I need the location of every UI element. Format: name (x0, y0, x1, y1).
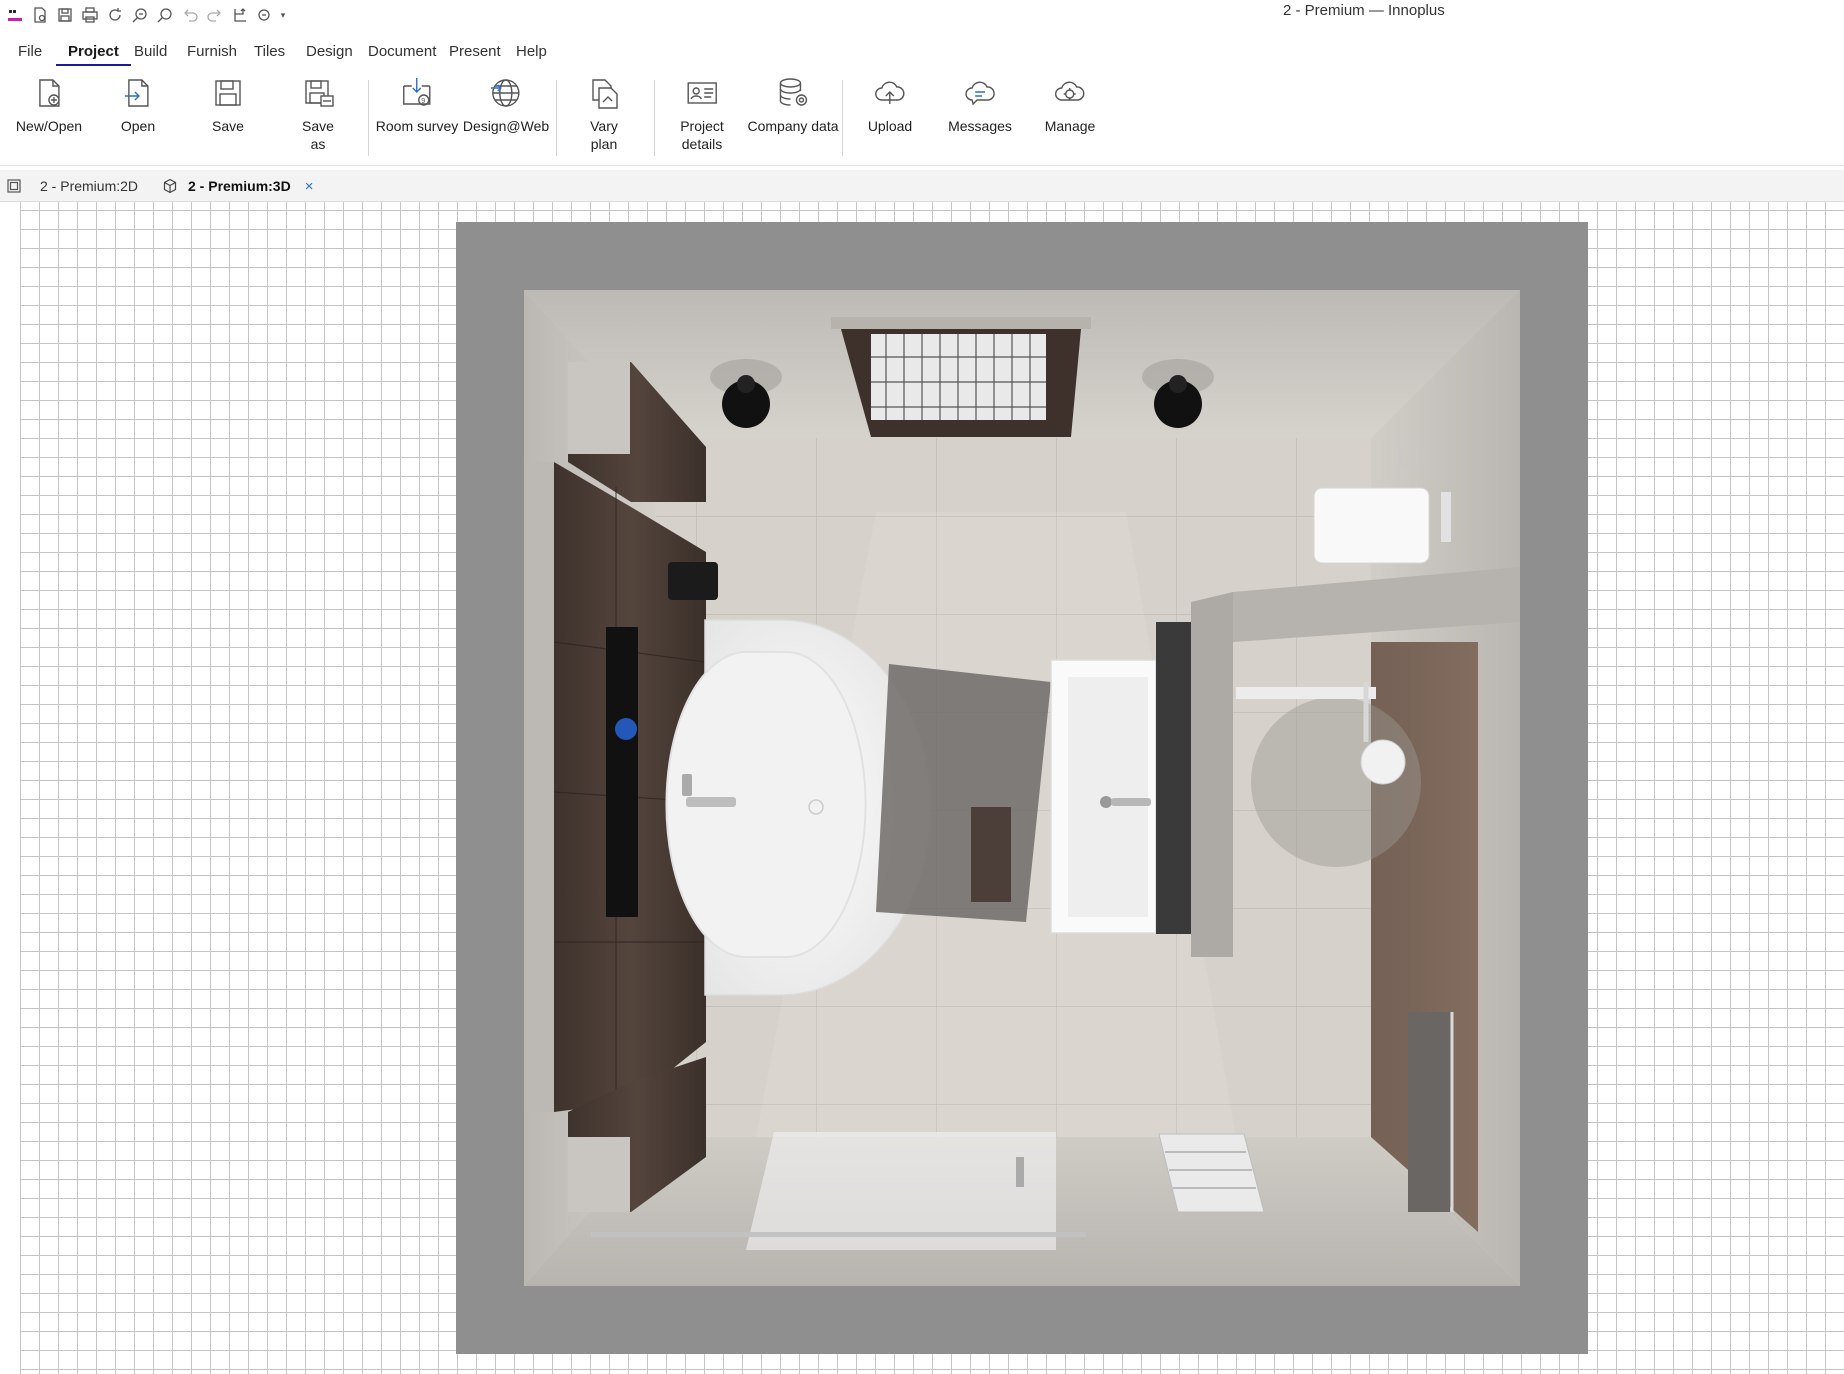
ribbon-button-upload[interactable]: Upload (868, 76, 912, 135)
door-handle (1016, 1157, 1024, 1187)
ribbon-button-room-survey[interactable]: 9 Room survey (376, 76, 458, 135)
plan-2d-icon (6, 178, 22, 194)
ribbon-button-messages[interactable]: Messages (948, 76, 1012, 135)
ribbon-button-manage[interactable]: Manage (1044, 76, 1096, 135)
bath-rug (876, 664, 1051, 922)
zoom-icon[interactable] (129, 4, 151, 26)
shower-shelf (1236, 687, 1376, 699)
stool (971, 807, 1011, 902)
ribbon-button-design-web[interactable]: Design@Web (463, 76, 549, 135)
partition-wall (1191, 592, 1233, 957)
menu-furnish[interactable]: Furnish (175, 38, 249, 66)
cube-3d-icon (162, 178, 178, 194)
ribbon-button-project-details[interactable]: Project details (680, 76, 724, 153)
options-dropdown-icon[interactable] (254, 4, 276, 26)
quick-access-toolbar: ▾ (4, 4, 287, 26)
globe-icon (489, 76, 523, 110)
document-tabs: 2 - Premium:2D 2 - Premium:3D × (0, 170, 1844, 202)
save-icon[interactable] (54, 4, 76, 26)
title-bar: ▾ 2 - Premium — Innoplus (0, 0, 1844, 30)
ribbon-button-save-as[interactable]: Save as (301, 76, 335, 153)
wc-flush-plate (1441, 492, 1451, 542)
vanity-counter (1156, 622, 1191, 934)
tab-label: 2 - Premium:2D (40, 178, 139, 194)
save-as-icon (301, 76, 335, 110)
undo-icon[interactable] (179, 4, 201, 26)
messages-cloud-icon (963, 76, 997, 110)
shower-head (1360, 739, 1406, 785)
svg-text:9: 9 (422, 98, 426, 105)
shelf-niche (606, 627, 638, 917)
ribbon-separator (654, 80, 655, 156)
tab-premium-3d[interactable]: 2 - Premium:3D × (162, 173, 313, 199)
bathroom-3d-render[interactable] (456, 222, 1588, 1354)
ribbon-button-label: Room survey (375, 118, 459, 134)
close-tab-icon[interactable]: × (305, 178, 314, 195)
menu-build[interactable]: Build (122, 38, 179, 66)
ribbon-button-label: Company data (747, 118, 839, 134)
search-icon[interactable] (154, 4, 176, 26)
tall-cabinet-wall (524, 462, 554, 1112)
redo-icon[interactable] (204, 4, 226, 26)
print-icon[interactable] (79, 4, 101, 26)
blue-decor-ball (615, 718, 637, 740)
ribbon-button-label: Vary plan (590, 118, 618, 152)
tab-label: 2 - Premium:3D (188, 178, 291, 194)
ribbon-button-label: Design@Web (462, 118, 550, 134)
ribbon-button-vary-plan[interactable]: Vary plan (587, 76, 621, 153)
menu-bar: File Project Build Furnish Tiles Design Docume… (0, 38, 1844, 66)
vary-plan-icon (587, 76, 621, 110)
app-logo-icon[interactable] (4, 4, 26, 26)
cloud-upload-icon (873, 76, 907, 110)
ribbon-button-company-data[interactable]: Company data (747, 76, 839, 135)
window-frame (831, 317, 1091, 329)
ribbon-button-label: Open (120, 118, 156, 134)
refresh-icon[interactable] (104, 4, 126, 26)
ribbon-button-new-open[interactable]: New/Open (16, 76, 82, 135)
ribbon-toolbar: New/Open Open Save Save as 9 Room survey Desig… (0, 72, 1844, 166)
towel-radiator (1408, 1012, 1450, 1212)
room-survey-icon: 9 (400, 76, 434, 110)
tab-premium-2d[interactable]: 2 - Premium:2D (6, 173, 138, 199)
ribbon-separator (842, 80, 843, 156)
ribbon-button-label: Project details (680, 118, 724, 152)
ribbon-button-open[interactable]: Open (121, 76, 155, 135)
menu-document[interactable]: Document (356, 38, 448, 66)
menu-design[interactable]: Design (294, 38, 365, 66)
3d-viewport[interactable] (0, 202, 1844, 1374)
ribbon-button-label: Save (212, 118, 244, 134)
viewport-margin (0, 202, 20, 1374)
ribbon-button-label: Messages (948, 118, 1012, 134)
database-gear-icon (776, 76, 810, 110)
new-document-icon (32, 76, 66, 110)
transform-icon[interactable] (229, 4, 251, 26)
menu-present[interactable]: Present (437, 38, 513, 66)
project-details-icon (685, 76, 719, 110)
chevron-down-icon[interactable]: ▾ (279, 4, 287, 26)
ribbon-button-label: New/Open (15, 118, 83, 134)
menu-file[interactable]: File (6, 38, 54, 66)
save-icon (211, 76, 245, 110)
wc-toilet (1313, 487, 1430, 564)
bathtub-faucet (686, 797, 736, 807)
menu-tiles[interactable]: Tiles (242, 38, 297, 66)
manage-cloud-icon (1053, 76, 1087, 110)
black-soap-dish (668, 562, 718, 600)
window-title: 2 - Premium — Innoplus (1283, 2, 1445, 19)
ribbon-button-label: Manage (1044, 118, 1096, 134)
new-document-icon[interactable] (29, 4, 51, 26)
open-file-icon (121, 76, 155, 110)
menu-project[interactable]: Project (56, 38, 131, 66)
ribbon-button-save[interactable]: Save (211, 76, 245, 135)
menu-help[interactable]: Help (504, 38, 559, 66)
shower-rail (591, 1232, 1086, 1237)
ribbon-separator (368, 80, 369, 156)
ribbon-button-label: Save as (302, 118, 334, 152)
shower-floor-shadow (1251, 697, 1421, 867)
ribbon-button-label: Upload (867, 118, 913, 134)
ribbon-separator (556, 80, 557, 156)
